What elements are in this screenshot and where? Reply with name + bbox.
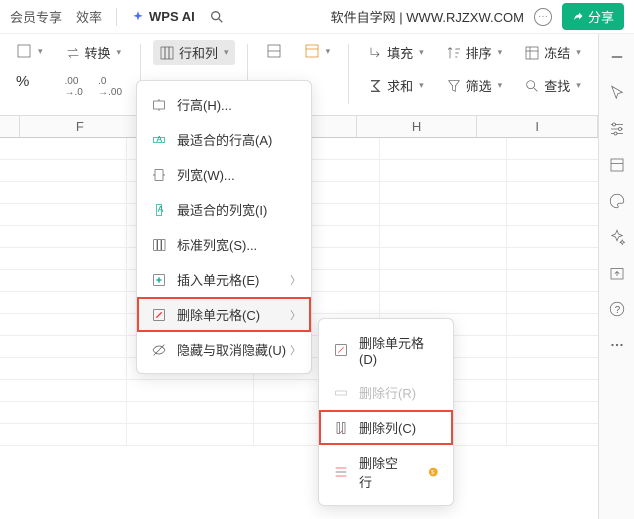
sum-button[interactable]: 求和▾ <box>361 73 430 98</box>
find-icon <box>524 78 540 94</box>
menu-col-width[interactable]: 列宽(W)... <box>137 157 311 192</box>
row-col-button[interactable]: 行和列▾ <box>153 40 235 65</box>
find-button[interactable]: 查找▾ <box>518 73 587 98</box>
svg-text:?: ? <box>614 305 620 316</box>
filter-icon <box>446 78 462 94</box>
delete-cell-icon <box>151 307 167 323</box>
share-button[interactable]: 分享 <box>562 3 624 30</box>
std-width-icon <box>151 237 167 253</box>
palette-icon[interactable] <box>608 192 626 210</box>
chevron-right-icon: 〉 <box>290 307 301 323</box>
table-icon <box>304 43 320 59</box>
col-header-h[interactable]: H <box>357 116 478 137</box>
minus-icon[interactable] <box>608 48 626 66</box>
spreadsheet[interactable]: F H I <box>0 116 634 516</box>
svg-text:A: A <box>156 134 162 144</box>
row-height-icon <box>151 97 167 113</box>
table-style-button[interactable]: ▾ <box>298 40 337 62</box>
rowcol-dropdown-menu: 行高(H)... A最适合的行高(A) 列宽(W)... A最适合的列宽(I) … <box>136 80 312 374</box>
merge-button[interactable] <box>260 40 288 62</box>
right-sidebar: ? <box>598 34 634 519</box>
menu-row-height[interactable]: 行高(H)... <box>137 87 311 122</box>
menu-hide-unhide[interactable]: 隐藏与取消隐藏(U)〉 <box>137 332 311 367</box>
menu-insert-cells[interactable]: 插入单元格(E)〉 <box>137 262 311 297</box>
sort-icon <box>446 45 462 61</box>
cloud-icon[interactable]: ··· <box>534 8 552 26</box>
submenu-delete-row: 删除行(R) <box>319 375 453 410</box>
sort-button[interactable]: 排序▾ <box>440 40 509 65</box>
col-width-icon <box>151 167 167 183</box>
fit-row-icon: A <box>151 132 167 148</box>
share-icon <box>572 11 584 23</box>
grid-rows[interactable] <box>0 138 634 446</box>
insert-cell-icon <box>151 272 167 288</box>
settings-icon[interactable] <box>608 120 626 138</box>
separator <box>348 44 349 104</box>
tab-efficiency[interactable]: 效率 <box>76 7 102 26</box>
chevron-right-icon: 〉 <box>290 272 301 288</box>
help-icon[interactable]: ? <box>608 300 626 318</box>
del-row-icon <box>333 385 349 401</box>
menu-delete-cells[interactable]: 删除单元格(C)〉 <box>137 297 311 332</box>
row-header-gutter <box>0 116 20 137</box>
submenu-delete-col[interactable]: 删除列(C) <box>319 410 453 445</box>
hide-icon <box>151 342 167 358</box>
fill-icon <box>367 45 383 61</box>
svg-text:A: A <box>158 204 164 214</box>
cursor-icon[interactable] <box>608 84 626 102</box>
col-header-i[interactable]: I <box>477 116 598 137</box>
ribbon: ▾ % 转换▾ .00→.0 .0→.00 行和列▾ ▾ 填充▾ 求和▾ 排序▾… <box>0 34 634 116</box>
sparkle-icon[interactable] <box>608 228 626 246</box>
menu-std-col-width[interactable]: 标准列宽(S)... <box>137 227 311 262</box>
chevron-right-icon: 〉 <box>290 342 301 358</box>
freeze-icon <box>524 45 540 61</box>
merge-icon <box>266 43 282 59</box>
more-icon[interactable] <box>608 336 626 354</box>
fill-button[interactable]: 填充▾ <box>361 40 430 65</box>
del-col-icon <box>333 420 349 436</box>
format-dropdown[interactable]: ▾ <box>10 40 49 62</box>
menu-fit-row-height[interactable]: A最适合的行高(A) <box>137 122 311 157</box>
backup-icon[interactable] <box>608 264 626 282</box>
rowcol-icon <box>159 45 175 61</box>
search-icon[interactable] <box>209 9 225 25</box>
title-bar: 会员专享 效率 WPS AI 软件自学网 | WWW.RJZXW.COM ···… <box>0 0 634 34</box>
ai-icon <box>131 10 145 24</box>
submenu-delete-blank[interactable]: 删除空行 $ <box>319 445 453 499</box>
divider <box>116 8 117 26</box>
convert-button[interactable]: 转换▾ <box>59 40 128 65</box>
top-right: 软件自学网 | WWW.RJZXW.COM ··· 分享 <box>331 3 624 30</box>
fit-col-icon: A <box>151 202 167 218</box>
wps-ai-button[interactable]: WPS AI <box>131 9 195 24</box>
delete-cells-submenu: 删除单元格(D) 删除行(R) 删除列(C) 删除空行 $ <box>318 318 454 506</box>
convert-icon <box>65 45 81 61</box>
menu-fit-col-width[interactable]: A最适合的列宽(I) <box>137 192 311 227</box>
filter-button[interactable]: 筛选▾ <box>440 73 509 98</box>
column-headers: F H I <box>0 116 634 138</box>
sum-icon <box>367 78 383 94</box>
del-cell-icon <box>333 342 349 358</box>
col-header-f[interactable]: F <box>20 116 141 137</box>
del-blank-icon <box>333 464 349 480</box>
tab-member[interactable]: 会员专享 <box>10 7 62 26</box>
property-icon[interactable] <box>608 156 626 174</box>
percent-button[interactable]: % <box>10 70 49 93</box>
site-label: 软件自学网 | WWW.RJZXW.COM <box>331 7 524 26</box>
decimal-buttons[interactable]: .00→.0 .0→.00 <box>59 73 128 101</box>
submenu-delete-cell[interactable]: 删除单元格(D) <box>319 325 453 375</box>
freeze-button[interactable]: 冻结▾ <box>518 40 587 65</box>
vip-icon: $ <box>428 466 439 478</box>
